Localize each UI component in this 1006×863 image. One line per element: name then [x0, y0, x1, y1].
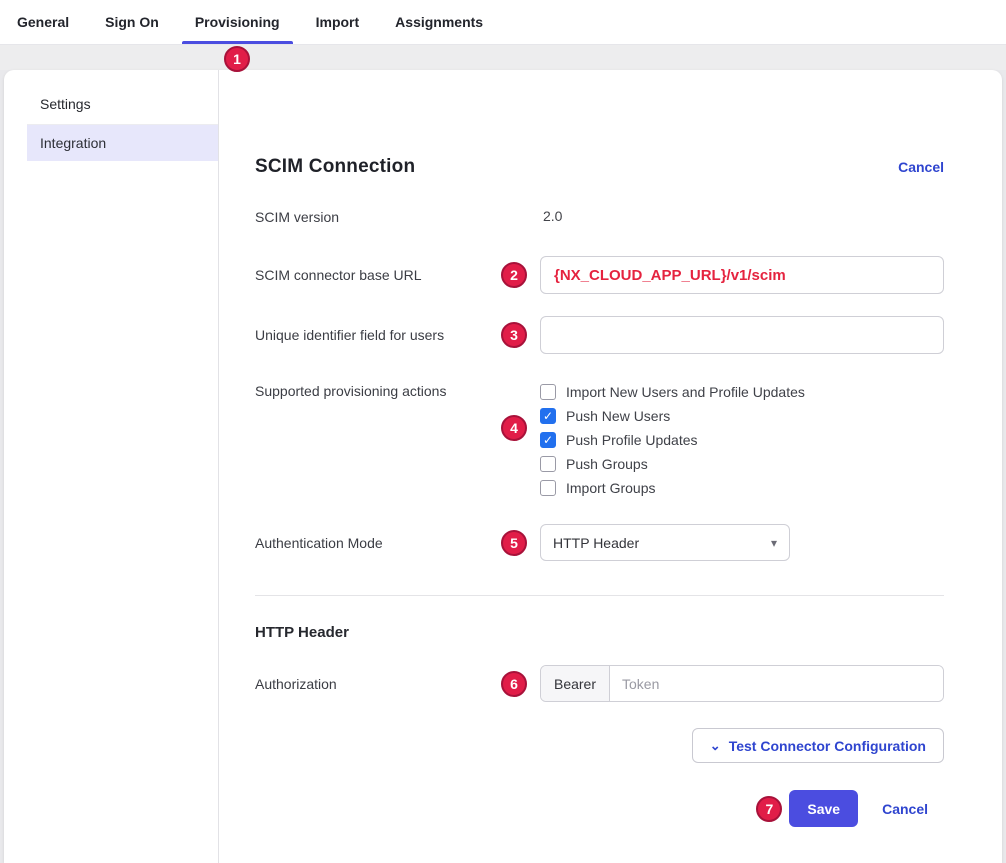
unique-id-label: Unique identifier field for users	[255, 327, 540, 343]
chevron-down-icon: ▾	[771, 536, 777, 550]
test-connector-icon: ⌄	[710, 739, 721, 752]
cancel-link-bottom[interactable]: Cancel	[882, 801, 928, 817]
settings-sidebar: Settings Integration	[4, 70, 219, 863]
checkbox-label: Push New Users	[566, 408, 670, 424]
scim-version-value: 2.0	[540, 208, 562, 224]
test-connector-label: Test Connector Configuration	[729, 738, 926, 754]
checkbox-push-profile-updates[interactable]	[540, 432, 556, 448]
page-background-strip	[0, 45, 1006, 70]
checkbox-label: Push Profile Updates	[566, 432, 698, 448]
checkbox-row-import-groups[interactable]: Import Groups	[540, 476, 944, 500]
section-divider	[255, 595, 944, 596]
tab-provisioning[interactable]: Provisioning	[182, 0, 293, 44]
test-connector-button[interactable]: ⌄ Test Connector Configuration	[692, 728, 944, 763]
checkbox-push-groups[interactable]	[540, 456, 556, 472]
auth-mode-label: Authentication Mode	[255, 535, 540, 551]
provisioning-actions-label: Supported provisioning actions	[255, 380, 540, 399]
scim-connection-panel: SCIM Connection Cancel SCIM version 2.0 …	[219, 70, 1002, 863]
checkbox-row-push-groups[interactable]: Push Groups	[540, 452, 944, 476]
checkbox-label: Import New Users and Profile Updates	[566, 384, 805, 400]
step-badge-6: 6	[501, 671, 527, 697]
token-input[interactable]	[610, 666, 943, 701]
tab-general[interactable]: General	[4, 0, 82, 44]
tab-assignments[interactable]: Assignments	[382, 0, 496, 44]
sidebar-header: Settings	[27, 96, 218, 125]
base-url-input[interactable]	[540, 256, 944, 294]
step-badge-3: 3	[501, 322, 527, 348]
tab-sign-on[interactable]: Sign On	[92, 0, 172, 44]
step-badge-1: 1	[224, 46, 250, 72]
save-button[interactable]: Save	[789, 790, 858, 827]
step-badge-5: 5	[501, 530, 527, 556]
checkbox-import-groups[interactable]	[540, 480, 556, 496]
page-title: SCIM Connection	[255, 156, 415, 178]
checkbox-row-import-users[interactable]: Import New Users and Profile Updates	[540, 380, 944, 404]
checkbox-row-push-new-users[interactable]: Push New Users	[540, 404, 944, 428]
auth-mode-select[interactable]: HTTP Header ▾	[540, 524, 790, 561]
auth-mode-selected-value: HTTP Header	[553, 535, 639, 551]
checkbox-row-push-profile-updates[interactable]: Push Profile Updates	[540, 428, 944, 452]
sidebar-item-integration[interactable]: Integration	[27, 125, 218, 161]
tab-import[interactable]: Import	[303, 0, 373, 44]
step-badge-2: 2	[501, 262, 527, 288]
bearer-prefix: Bearer	[541, 666, 610, 701]
scim-version-label: SCIM version	[255, 209, 540, 225]
cancel-link-top[interactable]: Cancel	[898, 159, 944, 175]
checkbox-import-users[interactable]	[540, 384, 556, 400]
http-header-section-title: HTTP Header	[255, 624, 944, 641]
base-url-label: SCIM connector base URL	[255, 267, 540, 283]
checkbox-label: Push Groups	[566, 456, 648, 472]
checkbox-push-new-users[interactable]	[540, 408, 556, 424]
provisioning-card: Settings Integration SCIM Connection Can…	[4, 70, 1002, 863]
authorization-token-group: Bearer	[540, 665, 944, 702]
tab-bar: General Sign On Provisioning Import Assi…	[0, 0, 1006, 45]
step-badge-4: 4	[501, 415, 527, 441]
unique-id-input[interactable]	[540, 316, 944, 354]
checkbox-label: Import Groups	[566, 480, 655, 496]
authorization-label: Authorization	[255, 676, 540, 692]
step-badge-7: 7	[756, 796, 782, 822]
